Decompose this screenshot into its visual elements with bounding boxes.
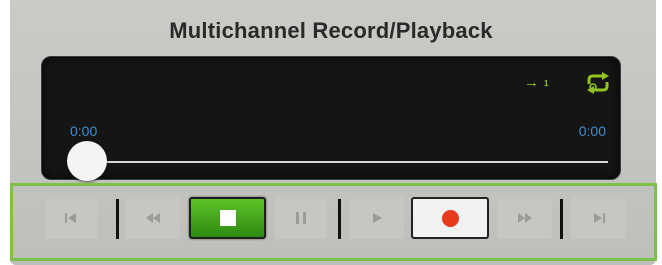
- skip-forward-icon: [593, 213, 605, 223]
- skip-to-end-button[interactable]: [571, 197, 626, 239]
- time-total: 0:00: [578, 123, 606, 139]
- routing-icon[interactable]: → 1: [524, 74, 554, 91]
- playback-display: → 1 0:00 0:00: [41, 56, 621, 181]
- loop-icon[interactable]: [585, 72, 611, 94]
- stop-button[interactable]: [189, 197, 266, 239]
- transport-controls: [10, 183, 657, 261]
- arrow-right-icon: →: [524, 74, 539, 91]
- playhead-knob[interactable]: [67, 141, 107, 181]
- time-elapsed: 0:00: [70, 123, 98, 139]
- playhead-track[interactable]: [82, 161, 608, 163]
- transport-divider: [560, 199, 563, 239]
- fast-forward-button[interactable]: [497, 197, 552, 239]
- record-icon: [441, 209, 459, 227]
- record-button[interactable]: [411, 197, 489, 239]
- pause-button[interactable]: [275, 197, 327, 239]
- panel-title: Multichannel Record/Playback: [169, 18, 493, 43]
- rewind-icon: [145, 213, 160, 223]
- pause-icon: [296, 212, 306, 224]
- transport-divider: [338, 199, 341, 239]
- transport-divider: [116, 199, 119, 239]
- skip-back-icon: [65, 213, 76, 223]
- skip-to-start-button[interactable]: [45, 197, 97, 239]
- play-button[interactable]: [349, 197, 404, 239]
- play-icon: [372, 213, 382, 223]
- rewind-button[interactable]: [125, 197, 180, 239]
- routing-channel-label: 1: [544, 79, 549, 88]
- fast-forward-icon: [517, 213, 532, 223]
- stop-icon: [219, 210, 236, 226]
